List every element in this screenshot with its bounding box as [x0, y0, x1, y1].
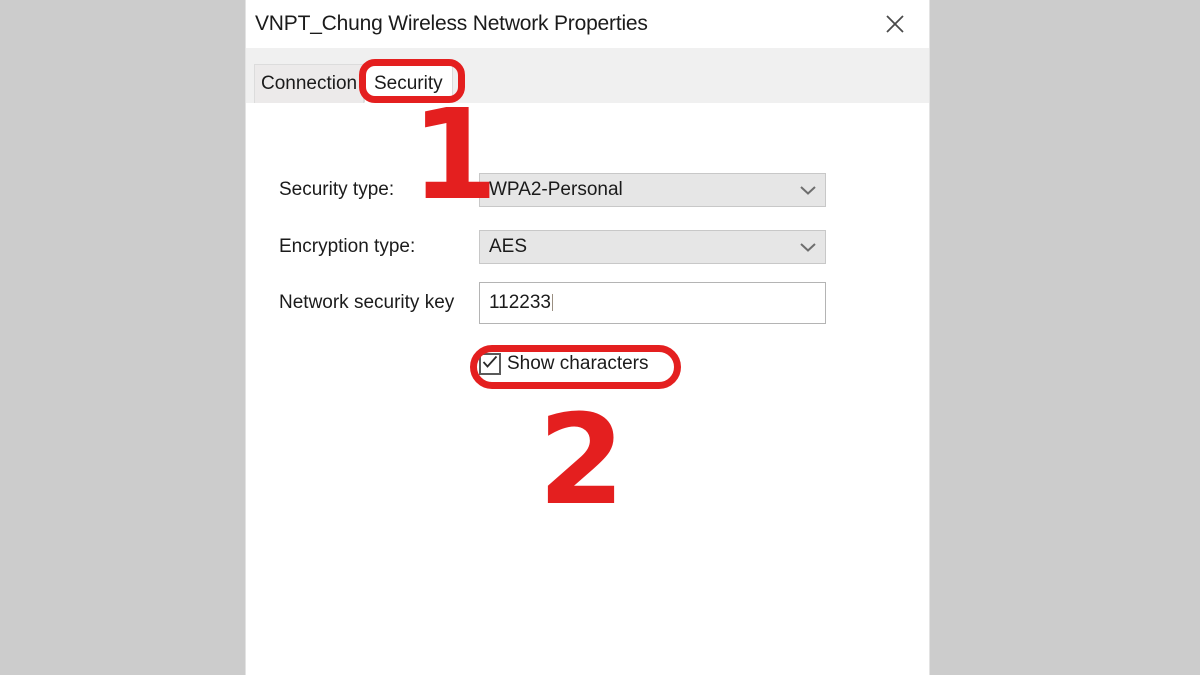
security-type-value: WPA2-Personal — [489, 179, 623, 200]
tab-connection-label: Connection — [261, 73, 358, 94]
tab-connection[interactable]: Connection — [254, 64, 365, 103]
tab-strip: Connection Security — [246, 48, 929, 104]
checkbox-box — [479, 353, 501, 375]
security-type-label: Security type: — [279, 179, 395, 200]
tab-security-label: Security — [374, 72, 443, 94]
checkmark-icon — [482, 355, 498, 374]
chevron-down-icon — [799, 174, 817, 206]
wireless-network-properties-dialog: VNPT_Chung Wireless Network Properties C… — [245, 0, 930, 675]
text-caret — [552, 294, 553, 311]
security-tab-panel: Security type: WPA2-Personal Encryption … — [246, 103, 929, 675]
close-button[interactable] — [873, 7, 917, 41]
network-security-key-input[interactable]: 112233 — [479, 282, 826, 324]
encryption-type-dropdown[interactable]: AES — [479, 230, 826, 264]
chevron-down-icon — [799, 231, 817, 263]
show-characters-checkbox[interactable]: Show characters — [479, 351, 649, 377]
dialog-title: VNPT_Chung Wireless Network Properties — [255, 12, 648, 35]
network-security-key-label: Network security key — [279, 292, 455, 313]
security-type-row: Security type: WPA2-Personal — [246, 173, 929, 207]
encryption-type-label: Encryption type: — [279, 236, 416, 257]
security-type-dropdown[interactable]: WPA2-Personal — [479, 173, 826, 207]
network-security-key-row: Network security key 112233 — [246, 282, 929, 324]
encryption-type-row: Encryption type: AES — [246, 230, 929, 264]
dialog-titlebar: VNPT_Chung Wireless Network Properties — [246, 0, 929, 48]
close-icon — [884, 13, 906, 35]
tab-security[interactable]: Security — [364, 64, 453, 103]
show-characters-label: Show characters — [507, 353, 649, 374]
encryption-type-value: AES — [489, 236, 528, 257]
network-security-key-value: 112233 — [489, 292, 553, 313]
